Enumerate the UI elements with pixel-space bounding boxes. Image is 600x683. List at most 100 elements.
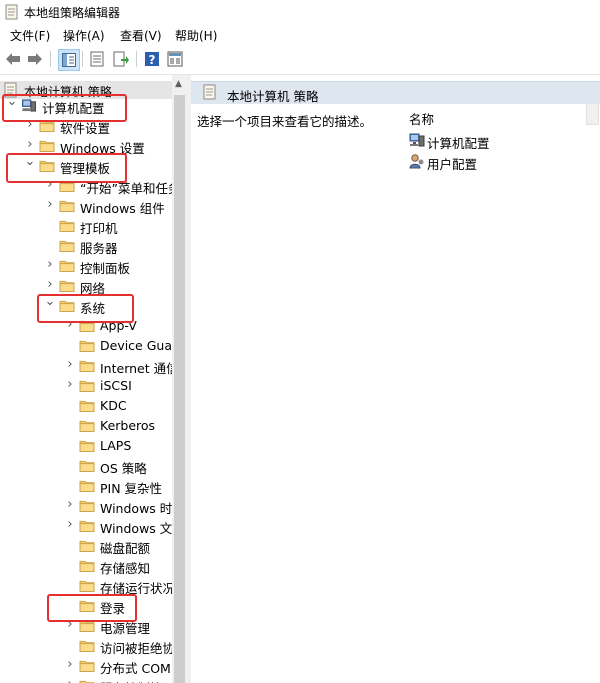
tree-item[interactable]: › 服务控制管理 (0, 676, 175, 683)
chevron-right-icon[interactable]: › (44, 198, 56, 211)
tree-item[interactable]: › iSCSI (0, 376, 172, 396)
tree-item[interactable]: ⌄ 管理模板 (0, 155, 172, 176)
menu-view[interactable]: 查看(V) (120, 27, 162, 44)
policy-header-icon (203, 84, 216, 100)
tree-item[interactable]: 登录 (0, 596, 172, 616)
tree-item-label: iSCSI (100, 378, 132, 393)
tree-item[interactable]: ⌄ 计算机配置 (0, 95, 172, 116)
folder-icon (59, 280, 75, 292)
chevron-down-icon[interactable]: ⌄ (6, 95, 18, 108)
chevron-right-icon[interactable]: › (64, 498, 76, 511)
forward-arrow-icon[interactable] (26, 50, 44, 68)
tree-item[interactable]: 存储感知 (0, 556, 172, 576)
folder-icon (79, 500, 95, 512)
toolbar: ? (0, 45, 600, 75)
chevron-right-icon[interactable]: › (64, 678, 76, 683)
tree-item[interactable]: Device Guard (0, 336, 185, 356)
column-header-name[interactable]: 名称 (409, 109, 434, 128)
chevron-right-icon[interactable]: › (64, 658, 76, 671)
scroll-up-icon[interactable]: ▲ (175, 79, 182, 89)
tree-item[interactable]: 打印机 (0, 216, 172, 236)
back-arrow-icon[interactable] (4, 50, 22, 68)
tree-item-label: 网络 (80, 281, 106, 296)
details-header: 本地计算机 策略 (191, 81, 600, 104)
tree-item-label: LAPS (100, 438, 132, 453)
folder-icon (79, 620, 95, 632)
chevron-right-icon[interactable]: › (44, 278, 56, 291)
folder-icon (79, 580, 95, 592)
tree-scrollbar[interactable]: ▲ (172, 75, 187, 683)
menu-action[interactable]: 操作(A) (63, 27, 105, 44)
help-icon[interactable]: ? (143, 50, 161, 68)
tree-scrollbar-thumb[interactable] (174, 95, 185, 683)
filter-pane-icon[interactable] (166, 50, 184, 68)
tree-item[interactable]: 磁盘配额 (0, 536, 172, 556)
menu-file[interactable]: 文件(F) (10, 27, 50, 44)
toolbar-separator (50, 51, 51, 67)
chevron-right-icon[interactable]: › (64, 378, 76, 391)
tree-item[interactable]: PIN 复杂性 (0, 476, 172, 496)
tree-item[interactable]: ⌄ 系统 (0, 295, 172, 316)
properties-icon[interactable] (88, 50, 106, 68)
tree-item[interactable]: 存储运行状况 (0, 576, 175, 596)
tree-pane[interactable]: 本地计算机 策略 ⌄ 计算机配置 › 软件设置 › Windows 设置 ⌄ 管理模板 › “开始… (0, 75, 187, 683)
tree-item[interactable]: OS 策略 (0, 456, 172, 476)
tree-item-label: 访问被拒绝协 (100, 641, 176, 656)
tree-item[interactable]: KDC (0, 396, 172, 416)
folder-icon (79, 560, 95, 572)
folder-icon (79, 660, 95, 672)
tree-item[interactable]: › Internet 通信 (0, 356, 178, 376)
details-scrollbar[interactable] (583, 103, 600, 125)
tree-item[interactable]: 访问被拒绝协 (0, 636, 176, 656)
show-tree-icon[interactable] (58, 49, 80, 71)
window-title: 本地组策略编辑器 (24, 6, 121, 20)
tree-item-label: 计算机配置 (42, 101, 105, 116)
folder-icon (79, 420, 95, 432)
computer-config-icon (409, 133, 425, 147)
tree-item-label: “开始”菜单和任务 (80, 181, 181, 196)
folder-icon (79, 540, 95, 552)
tree-item-label: 电源管理 (100, 621, 151, 636)
tree-item-label: 服务控制管理 (100, 678, 175, 683)
chevron-right-icon[interactable]: › (64, 318, 76, 331)
tree-item[interactable]: › Windows 时 (0, 496, 172, 516)
tree-item[interactable]: › Windows 文 (0, 516, 172, 536)
tree-item[interactable]: 服务器 (0, 236, 172, 256)
folder-icon (59, 180, 75, 192)
tree-item[interactable]: › 分布式 COM (0, 656, 172, 676)
tree-item[interactable]: › 控制面板 (0, 256, 172, 276)
chevron-down-icon[interactable]: ⌄ (24, 155, 36, 168)
chevron-right-icon[interactable]: › (24, 138, 36, 151)
chevron-right-icon[interactable]: › (64, 618, 76, 631)
menu-help[interactable]: 帮助(H) (175, 27, 217, 44)
tree-item-label: App-V (100, 318, 137, 333)
tree-item[interactable]: › 网络 (0, 276, 172, 296)
folder-icon (79, 480, 95, 492)
tree-item[interactable]: Kerberos (0, 416, 172, 436)
chevron-right-icon[interactable]: › (44, 178, 56, 191)
tree-item[interactable]: LAPS (0, 436, 172, 456)
tree-item[interactable]: › “开始”菜单和任务 (0, 176, 180, 196)
folder-icon (79, 680, 95, 683)
chevron-right-icon[interactable]: › (64, 518, 76, 531)
tree-item-label: OS 策略 (100, 461, 147, 476)
tree-item[interactable]: › Windows 设置 (0, 136, 172, 156)
details-scrollbar-thumb[interactable] (586, 103, 599, 125)
folder-icon (79, 600, 95, 612)
tree-item[interactable]: › 软件设置 (0, 116, 172, 136)
tree-item-label: PIN 复杂性 (100, 481, 163, 496)
tree-item[interactable]: › Windows 组件 (0, 196, 172, 216)
tree-item[interactable]: › 电源管理 (0, 616, 172, 636)
tree-item-label: 存储感知 (100, 561, 151, 576)
folder-icon (79, 380, 95, 392)
chevron-down-icon[interactable]: ⌄ (44, 295, 56, 308)
chevron-right-icon[interactable]: › (64, 358, 76, 371)
tree-item-label: 控制面板 (80, 261, 131, 276)
folder-icon (79, 400, 95, 412)
chevron-right-icon[interactable]: › (24, 118, 36, 131)
tree-item[interactable]: › App-V (0, 316, 172, 336)
chevron-right-icon[interactable]: › (44, 258, 56, 271)
folder-icon (39, 120, 55, 132)
folder-icon (79, 460, 95, 472)
export-icon[interactable] (112, 50, 130, 68)
